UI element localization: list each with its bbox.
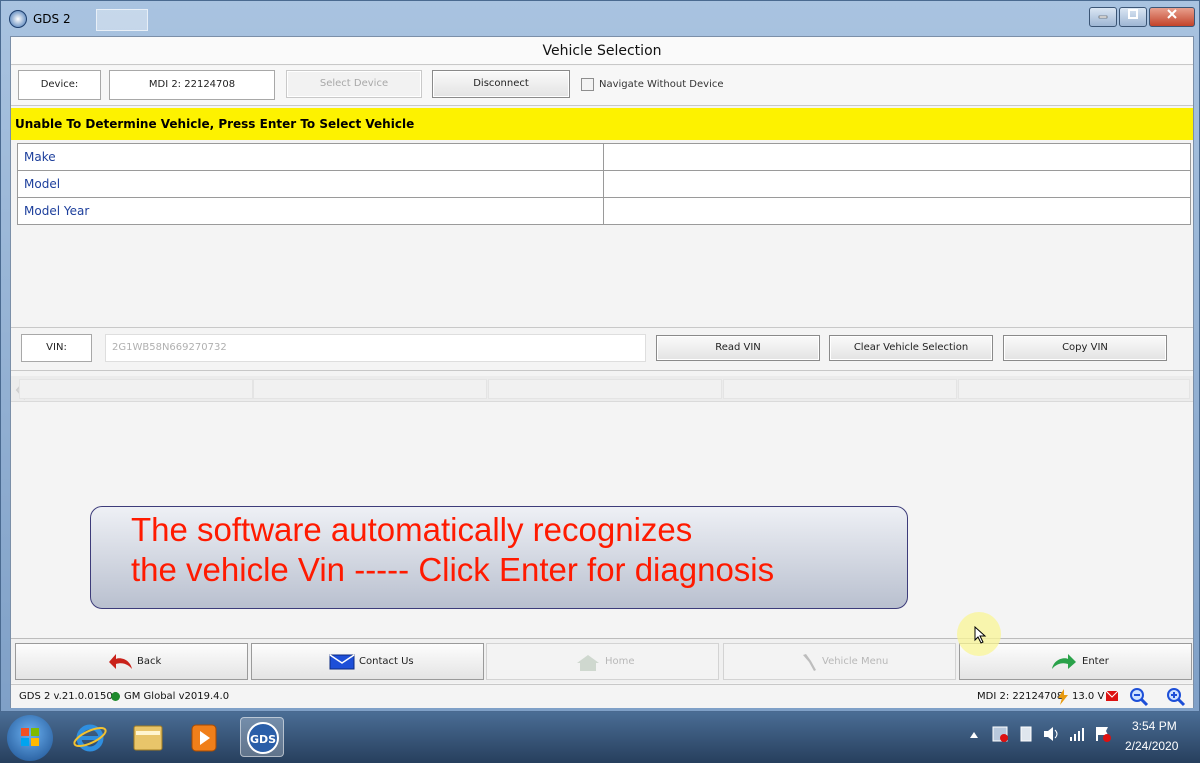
device-label: Device: — [18, 70, 101, 100]
title-bar[interactable]: GDS 2 — [1, 1, 1199, 35]
maximize-icon — [1128, 9, 1138, 19]
model-year-label: Model Year — [17, 197, 604, 225]
zoom-out-icon[interactable] — [1129, 687, 1149, 707]
bottom-navigation: Back Contact Us Home Vehicle Menu Enter — [11, 638, 1193, 683]
copy-vin-button[interactable]: Copy VIN — [1003, 335, 1167, 361]
callout-line-1: The software automatically recognizes — [131, 511, 693, 548]
callout-line-2: the vehicle Vin ----- Click Enter for di… — [131, 551, 775, 588]
lightning-icon — [1058, 689, 1068, 705]
device-value: MDI 2: 22124708 — [109, 70, 275, 100]
back-button[interactable]: Back — [15, 643, 248, 680]
clock-time[interactable]: 3:54 PM — [1132, 719, 1177, 733]
disconnect-button[interactable]: Disconnect — [432, 70, 570, 98]
media-player-taskbar-button[interactable] — [182, 717, 226, 757]
vin-panel: VIN: 2G1WB58N669270732 Read VIN Clear Ve… — [11, 327, 1193, 371]
voltage-text: 13.0 V — [1072, 691, 1105, 702]
close-button[interactable] — [1149, 7, 1195, 27]
connection-status-icon — [111, 692, 120, 701]
grid-column — [723, 379, 957, 399]
back-arrow-icon — [109, 654, 132, 669]
wrench-icon — [803, 654, 816, 671]
close-icon — [1167, 9, 1177, 19]
global-version-text: GM Global v2019.4.0 — [124, 691, 230, 702]
forward-arrow-icon — [1052, 654, 1076, 669]
media-player-icon — [191, 724, 217, 752]
vehicle-menu-label: Vehicle Menu — [822, 656, 889, 667]
model-label: Model — [17, 170, 604, 198]
instruction-callout: The software automatically recognizes th… — [90, 506, 908, 609]
home-button[interactable]: Home — [486, 643, 719, 680]
internet-explorer-taskbar-button[interactable] — [68, 717, 112, 757]
version-text: GDS 2 v.21.0.01501 — [19, 691, 120, 702]
device-tray-icon[interactable] — [1018, 725, 1034, 743]
app-client-area: Vehicle Selection Device: MDI 2: 2212470… — [10, 36, 1194, 708]
grid-column — [19, 379, 253, 399]
results-grid-header — [11, 376, 1193, 402]
gds-taskbar-button[interactable]: GDS — [240, 717, 284, 757]
svg-text:GDS: GDS — [250, 733, 276, 746]
mdi-status-text: MDI 2: 22124708 — [977, 691, 1064, 702]
table-row[interactable]: Model — [17, 170, 1191, 198]
app-window: GDS 2 Vehicle Selection Device: MDI 2: 2… — [0, 0, 1200, 712]
volume-icon[interactable] — [1043, 726, 1061, 742]
home-icon — [577, 655, 599, 671]
read-vin-button[interactable]: Read VIN — [656, 335, 820, 361]
internet-explorer-icon — [73, 724, 107, 752]
gds-app-icon — [9, 10, 27, 28]
vehicle-fields-table: Make Model Model Year — [17, 143, 1191, 225]
window-title: GDS 2 — [33, 12, 71, 26]
minimize-icon — [1098, 15, 1108, 19]
title-ghost-tab — [96, 9, 148, 31]
back-label: Back — [137, 656, 162, 667]
envelope-icon — [329, 654, 355, 670]
model-year-value[interactable] — [603, 197, 1191, 225]
grid-column — [958, 379, 1190, 399]
contact-us-button[interactable]: Contact Us — [251, 643, 484, 680]
navigate-without-device-checkbox[interactable] — [581, 78, 594, 91]
enter-label: Enter — [1082, 656, 1109, 667]
windows-start-button[interactable] — [7, 715, 53, 761]
device-bar: Device: MDI 2: 22124708 Select Device Di… — [11, 66, 1193, 106]
action-center-flag-icon[interactable] — [1094, 725, 1112, 743]
contact-us-label: Contact Us — [359, 656, 414, 667]
zoom-in-icon[interactable] — [1166, 687, 1186, 707]
tray-app-icon[interactable] — [991, 725, 1009, 743]
windows-taskbar: GDS 3:54 PM 2/24/2020 — [0, 712, 1200, 763]
gds-app-taskbar-icon: GDS — [247, 722, 279, 754]
network-signal-icon[interactable] — [1069, 726, 1085, 742]
model-value[interactable] — [603, 170, 1191, 198]
clock-date[interactable]: 2/24/2020 — [1125, 739, 1178, 753]
table-row[interactable]: Make — [17, 143, 1191, 171]
navigate-without-device-label: Navigate Without Device — [599, 79, 724, 90]
vin-field[interactable]: 2G1WB58N669270732 — [105, 334, 646, 362]
vin-label: VIN: — [21, 334, 92, 362]
mouse-pointer-icon — [974, 626, 987, 644]
table-row[interactable]: Model Year — [17, 197, 1191, 225]
make-value[interactable] — [603, 143, 1191, 171]
home-label: Home — [605, 656, 635, 667]
show-hidden-icons-icon[interactable] — [969, 731, 979, 739]
status-bar: GDS 2 v.21.0.01501 GM Global v2019.4.0 M… — [11, 684, 1193, 708]
vehicle-menu-button[interactable]: Vehicle Menu — [723, 643, 956, 680]
grid-column — [488, 379, 722, 399]
minimize-button[interactable] — [1089, 7, 1117, 27]
make-label: Make — [17, 143, 604, 171]
page-title: Vehicle Selection — [11, 37, 1193, 65]
vehicle-status-banner: Unable To Determine Vehicle, Press Enter… — [11, 108, 1193, 140]
windows-logo-icon — [21, 728, 39, 746]
mail-alert-icon[interactable] — [1105, 690, 1119, 702]
clear-vehicle-selection-button[interactable]: Clear Vehicle Selection — [829, 335, 993, 361]
maximize-button[interactable] — [1119, 7, 1147, 27]
select-device-button[interactable]: Select Device — [286, 70, 422, 98]
grid-column — [253, 379, 487, 399]
file-explorer-taskbar-button[interactable] — [126, 717, 170, 757]
folder-icon — [133, 725, 163, 751]
